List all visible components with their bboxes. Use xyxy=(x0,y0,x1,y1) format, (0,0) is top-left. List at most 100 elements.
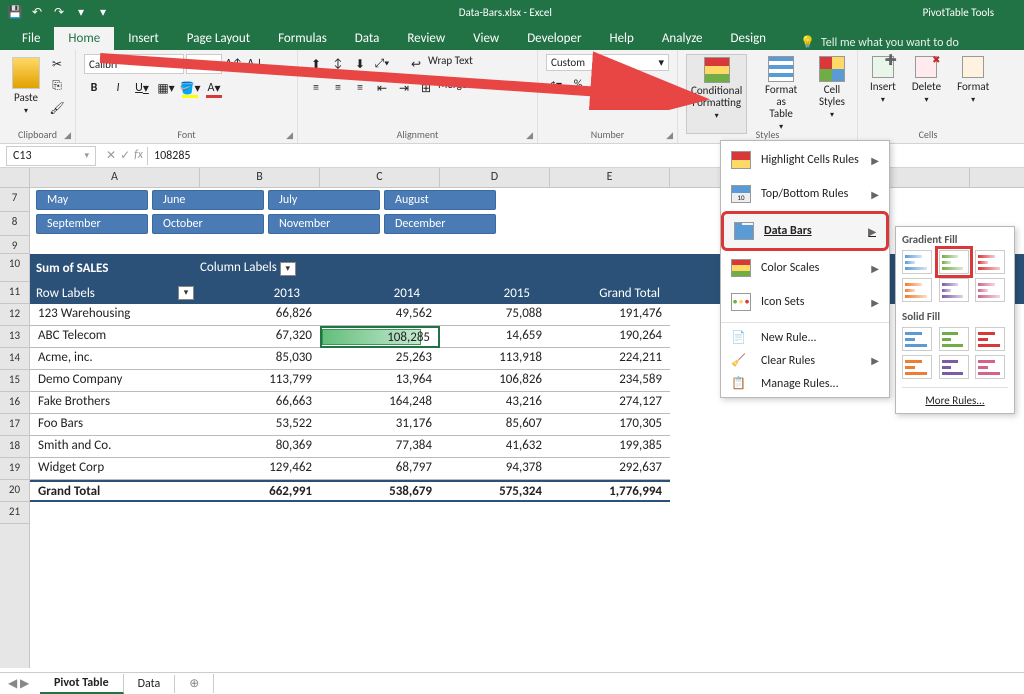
pivot-cell[interactable]: Widget Corp xyxy=(30,458,200,480)
align-left-icon[interactable]: ≡ xyxy=(306,78,326,98)
cut-icon[interactable]: ✂ xyxy=(47,54,67,74)
pivot-cell[interactable]: 113,799 xyxy=(200,370,320,392)
bold-button[interactable]: B xyxy=(84,78,104,98)
rowhead-13[interactable]: 13 xyxy=(0,326,29,348)
copy-icon[interactable]: ⎘ xyxy=(47,76,67,96)
rowhead-11[interactable]: 11 xyxy=(0,282,29,304)
cf-clear-rules[interactable]: 🧹Clear Rules▶ xyxy=(721,349,889,372)
slicer-july[interactable]: July xyxy=(268,190,380,210)
align-center-icon[interactable]: ≡ xyxy=(328,78,348,98)
slicer-june[interactable]: June xyxy=(152,190,264,210)
data-bar-thumb[interactable] xyxy=(975,355,1005,379)
pivot-cell[interactable]: 274,127 xyxy=(550,392,670,414)
slicer-november[interactable]: November xyxy=(268,214,380,234)
rowhead-12[interactable]: 12 xyxy=(0,304,29,326)
wrap-text-button[interactable]: Wrap Text xyxy=(428,54,473,74)
font-size-combo[interactable]: 11▾ xyxy=(186,54,222,74)
formula-input[interactable]: 108285 xyxy=(147,147,1024,165)
align-middle-icon[interactable]: ↕ xyxy=(328,54,348,74)
pivot-cell[interactable]: 106,826 xyxy=(440,370,550,392)
number-format-combo[interactable]: Custom▾ xyxy=(546,54,669,71)
tab-data[interactable]: Data xyxy=(341,27,394,50)
data-bar-thumb[interactable] xyxy=(975,278,1005,302)
slicer-september[interactable]: September xyxy=(36,214,148,234)
border-icon[interactable]: ▦▾ xyxy=(156,78,176,98)
conditional-formatting-button[interactable]: Conditional Formatting▾ xyxy=(686,54,747,134)
pivot-cell[interactable]: 94,378 xyxy=(440,458,550,480)
data-bar-thumb[interactable] xyxy=(902,278,932,302)
pivot-cell[interactable]: Smith and Co. xyxy=(30,436,200,458)
tab-formulas[interactable]: Formulas xyxy=(264,27,341,50)
pivot-cell[interactable]: 224,211 xyxy=(550,348,670,370)
pivot-cell[interactable]: ABC Telecom xyxy=(30,326,200,348)
chevron-down-icon[interactable]: ▾ xyxy=(512,78,517,98)
font-name-combo[interactable]: Calibri▾ xyxy=(84,54,184,74)
pivot-cell[interactable]: 66,663 xyxy=(200,392,320,414)
rowhead-16[interactable]: 16 xyxy=(0,392,29,414)
sheet-tab-pivot-table[interactable]: Pivot Table xyxy=(40,674,124,694)
dialog-launcher-icon[interactable]: ◢ xyxy=(526,130,533,141)
pivot-cell[interactable]: 43,216 xyxy=(440,392,550,414)
pivot-cell[interactable]: 75,088 xyxy=(440,304,550,326)
increase-indent-icon[interactable]: ⇥ xyxy=(394,78,414,98)
rowhead-15[interactable]: 15 xyxy=(0,370,29,392)
pivot-cell[interactable]: 85,607 xyxy=(440,414,550,436)
cf-icon-sets[interactable]: ●●● Icon Sets▶ xyxy=(721,285,889,319)
rowhead-14[interactable]: 14 xyxy=(0,348,29,370)
pivot-cell[interactable]: Acme, inc. xyxy=(30,348,200,370)
tab-design[interactable]: Design xyxy=(717,27,780,50)
merge-center-button[interactable]: Merge & Center xyxy=(438,78,510,98)
align-bottom-icon[interactable]: ⬇ xyxy=(350,54,370,74)
pivot-cell[interactable]: 108,285 xyxy=(320,326,440,348)
qat-dropdown-icon[interactable]: ▾ xyxy=(74,5,88,19)
rowhead-19[interactable]: 19 xyxy=(0,458,29,480)
cell-styles-button[interactable]: Cell Styles▾ xyxy=(815,54,849,134)
fx-icon[interactable]: fx xyxy=(134,148,143,163)
undo-icon[interactable]: ↶ xyxy=(30,5,44,19)
colhead-a[interactable]: A xyxy=(30,168,200,187)
data-bar-thumb[interactable] xyxy=(939,327,969,351)
cancel-icon[interactable]: ✕ xyxy=(106,148,116,163)
cf-new-rule[interactable]: 📄New Rule... xyxy=(721,326,889,349)
pivot-cell[interactable]: 13,964 xyxy=(320,370,440,392)
fill-color-icon[interactable]: 🪣▾ xyxy=(180,78,200,98)
pivot-cell[interactable]: 31,176 xyxy=(320,414,440,436)
pivot-cell[interactable]: 53,522 xyxy=(200,414,320,436)
name-box[interactable]: C13▾ xyxy=(6,146,96,166)
italic-button[interactable]: I xyxy=(108,78,128,98)
grow-font-icon[interactable]: A↑ xyxy=(224,54,244,74)
cf-data-bars[interactable]: Data Bars▶ xyxy=(721,211,889,251)
tab-file[interactable]: File xyxy=(8,27,54,50)
tab-analyze[interactable]: Analyze xyxy=(648,27,717,50)
orientation-icon[interactable]: ⤢▾ xyxy=(372,54,392,74)
pivot-cell[interactable]: 41,632 xyxy=(440,436,550,458)
tab-view[interactable]: View xyxy=(459,27,513,50)
new-sheet-button[interactable]: ⊕ xyxy=(175,674,214,693)
sheet-tab-data[interactable]: Data xyxy=(124,675,176,693)
data-bar-thumb[interactable] xyxy=(975,250,1005,274)
tab-insert[interactable]: Insert xyxy=(114,27,173,50)
row-filter-dropdown[interactable]: ▾ xyxy=(178,286,194,300)
pivot-cell[interactable]: 199,385 xyxy=(550,436,670,458)
pivot-cell[interactable]: Foo Bars xyxy=(30,414,200,436)
comma-format-icon[interactable]: , xyxy=(590,75,610,95)
align-right-icon[interactable]: ≡ xyxy=(350,78,370,98)
pivot-cell[interactable]: 14,659 xyxy=(440,326,550,348)
data-bar-thumb[interactable] xyxy=(939,250,969,274)
pivot-cell[interactable]: 113,918 xyxy=(440,348,550,370)
tab-nav[interactable]: ◀ ▶ xyxy=(8,676,29,691)
pivot-cell[interactable]: 129,462 xyxy=(200,458,320,480)
cf-highlight-cells-rules[interactable]: Highlight Cells Rules▶ xyxy=(721,143,889,177)
colhead-d[interactable]: D xyxy=(440,168,550,187)
data-bar-thumb[interactable] xyxy=(902,327,932,351)
slicer-august[interactable]: August xyxy=(384,190,496,210)
rowhead-7[interactable]: 7 xyxy=(0,188,29,212)
data-bar-thumb[interactable] xyxy=(975,327,1005,351)
font-color-icon[interactable]: A▾ xyxy=(204,78,224,98)
cf-color-scales[interactable]: Color Scales▶ xyxy=(721,251,889,285)
colhead-c[interactable]: C xyxy=(320,168,440,187)
save-icon[interactable]: 💾 xyxy=(8,5,22,19)
tab-help[interactable]: Help xyxy=(595,27,647,50)
rowhead-8[interactable]: 8 xyxy=(0,212,29,236)
pivot-cell[interactable]: 49,562 xyxy=(320,304,440,326)
